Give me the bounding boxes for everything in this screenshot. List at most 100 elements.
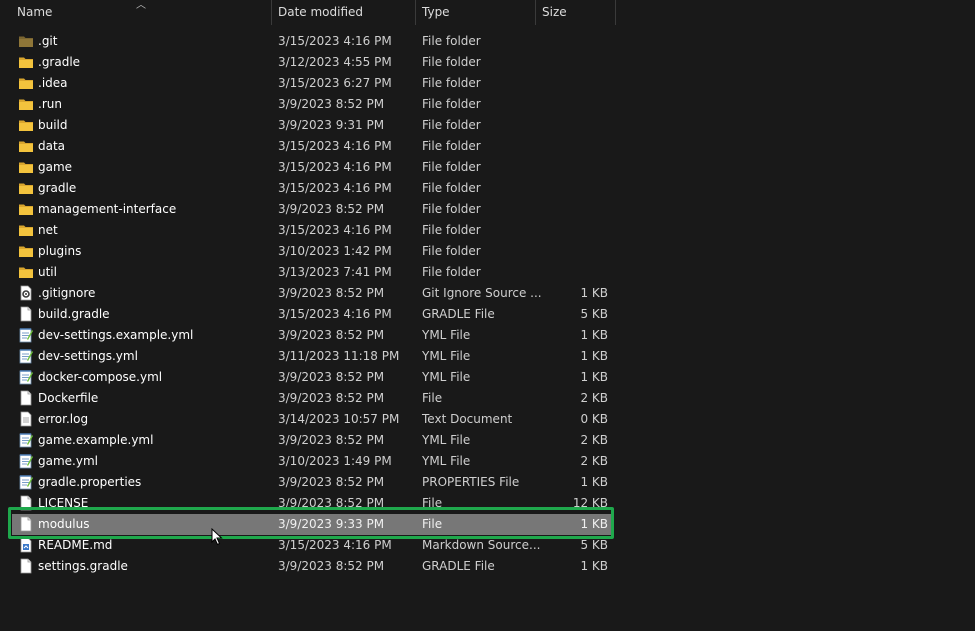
- file-type: File folder: [422, 181, 481, 195]
- file-date-modified: 3/15/2023 4:16 PM: [278, 223, 392, 237]
- file-name: game.yml: [38, 454, 98, 468]
- file-type: YML File: [422, 433, 471, 447]
- file-date-modified: 3/15/2023 4:16 PM: [278, 181, 392, 195]
- file-type: File folder: [422, 76, 481, 90]
- file-icon: [18, 306, 34, 322]
- file-row[interactable]: plugins 3/10/2023 1:42 PM File folder: [12, 241, 614, 262]
- notepad-file-icon: [18, 453, 34, 469]
- mouse-cursor-icon: [211, 528, 223, 546]
- folder-icon: [18, 117, 34, 133]
- file-type: PROPERTIES File: [422, 475, 520, 489]
- column-divider[interactable]: [535, 0, 536, 25]
- file-name: LICENSE: [38, 496, 89, 510]
- file-row[interactable]: dev-settings.yml 3/11/2023 11:18 PM YML Fi…: [12, 346, 614, 367]
- file-date-modified: 3/9/2023 8:52 PM: [278, 202, 385, 216]
- file-type: File folder: [422, 34, 481, 48]
- folder-icon: [18, 75, 34, 91]
- file-row[interactable]: .gradle 3/12/2023 4:55 PM File folder: [12, 52, 614, 73]
- file-type: YML File: [422, 349, 471, 363]
- folder-dim-icon: [18, 33, 34, 49]
- file-type: File: [422, 496, 443, 510]
- file-type: File folder: [422, 223, 481, 237]
- file-row[interactable]: .git 3/15/2023 4:16 PM File folder: [12, 31, 614, 52]
- file-name: modulus: [38, 517, 90, 531]
- column-divider[interactable]: [415, 0, 416, 25]
- notepad-file-icon: [18, 432, 34, 448]
- file-row[interactable]: game 3/15/2023 4:16 PM File folder: [12, 157, 614, 178]
- file-type: Markdown Source...: [422, 538, 541, 552]
- file-date-modified: 3/13/2023 7:41 PM: [278, 265, 392, 279]
- file-type: YML File: [422, 370, 471, 384]
- file-row[interactable]: settings.gradle 3/9/2023 8:52 PM GRADLE Fi…: [12, 556, 614, 577]
- file-name: .idea: [38, 76, 68, 90]
- column-header-type[interactable]: Type: [422, 0, 532, 25]
- file-date-modified: 3/9/2023 8:52 PM: [278, 475, 385, 489]
- file-size: 1 KB: [580, 286, 608, 300]
- file-size: 1 KB: [580, 517, 608, 531]
- notepad-file-icon: [18, 369, 34, 385]
- file-name: util: [38, 265, 57, 279]
- file-name: Dockerfile: [38, 391, 99, 405]
- file-type: Text Document: [422, 412, 513, 426]
- file-type: File: [422, 517, 443, 531]
- file-type: File folder: [422, 244, 481, 258]
- file-row[interactable]: game.yml 3/10/2023 1:49 PM YML File 2 KB: [12, 451, 614, 472]
- file-name: management-interface: [38, 202, 177, 216]
- file-size: 2 KB: [580, 433, 608, 447]
- file-name: .git: [38, 34, 58, 48]
- file-date-modified: 3/10/2023 1:42 PM: [278, 244, 392, 258]
- file-name: gradle: [38, 181, 77, 195]
- file-row[interactable]: data 3/15/2023 4:16 PM File folder: [12, 136, 614, 157]
- file-row[interactable]: Dockerfile 3/9/2023 8:52 PM File 2 KB: [12, 388, 614, 409]
- file-name: plugins: [38, 244, 82, 258]
- file-name: dev-settings.example.yml: [38, 328, 194, 342]
- file-date-modified: 3/15/2023 4:16 PM: [278, 139, 392, 153]
- file-date-modified: 3/15/2023 4:16 PM: [278, 34, 392, 48]
- column-header-date[interactable]: Date modified: [278, 0, 412, 25]
- file-date-modified: 3/9/2023 9:31 PM: [278, 118, 385, 132]
- file-row[interactable]: modulus 3/9/2023 9:33 PM File 1 KB: [12, 514, 614, 535]
- file-date-modified: 3/9/2023 8:52 PM: [278, 391, 385, 405]
- file-row[interactable]: build 3/9/2023 9:31 PM File folder: [12, 115, 614, 136]
- column-header-size[interactable]: Size: [542, 0, 612, 25]
- column-divider[interactable]: [271, 0, 272, 25]
- file-row[interactable]: LICENSE 3/9/2023 8:52 PM File 12 KB: [12, 493, 614, 514]
- file-row[interactable]: build.gradle 3/15/2023 4:16 PM GRADLE File…: [12, 304, 614, 325]
- file-date-modified: 3/10/2023 1:49 PM: [278, 454, 392, 468]
- file-name: settings.gradle: [38, 559, 128, 573]
- file-size: 0 KB: [580, 412, 608, 426]
- file-type: File folder: [422, 118, 481, 132]
- column-header-name[interactable]: Name: [17, 0, 267, 25]
- file-row[interactable]: net 3/15/2023 4:16 PM File folder: [12, 220, 614, 241]
- file-size: 2 KB: [580, 391, 608, 405]
- file-row[interactable]: .gitignore 3/9/2023 8:52 PM Git Ignore Sou…: [12, 283, 614, 304]
- file-row[interactable]: README.md 3/15/2023 4:16 PM Markdown Sourc…: [12, 535, 614, 556]
- file-row[interactable]: docker-compose.yml 3/9/2023 8:52 PM YML Fi…: [12, 367, 614, 388]
- column-divider[interactable]: [615, 0, 616, 25]
- file-name: error.log: [38, 412, 89, 426]
- file-row[interactable]: error.log 3/14/2023 10:57 PM Text Document…: [12, 409, 614, 430]
- file-date-modified: 3/9/2023 8:52 PM: [278, 559, 385, 573]
- folder-icon: [18, 96, 34, 112]
- file-size: 1 KB: [580, 475, 608, 489]
- file-row[interactable]: gradle.properties 3/9/2023 8:52 PM PROPERT…: [12, 472, 614, 493]
- notepad-file-icon: [18, 327, 34, 343]
- file-name: build.gradle: [38, 307, 110, 321]
- file-date-modified: 3/9/2023 8:52 PM: [278, 433, 385, 447]
- file-row[interactable]: game.example.yml 3/9/2023 8:52 PM YML File…: [12, 430, 614, 451]
- file-size: 2 KB: [580, 454, 608, 468]
- file-type: File folder: [422, 265, 481, 279]
- file-name: build: [38, 118, 68, 132]
- file-name: .gradle: [38, 55, 81, 69]
- file-size: 1 KB: [580, 559, 608, 573]
- file-row[interactable]: .idea 3/15/2023 6:27 PM File folder: [12, 73, 614, 94]
- file-row[interactable]: gradle 3/15/2023 4:16 PM File folder: [12, 178, 614, 199]
- file-row[interactable]: management-interface 3/9/2023 8:52 PM File…: [12, 199, 614, 220]
- file-size: 1 KB: [580, 370, 608, 384]
- file-icon: [18, 495, 34, 511]
- file-row[interactable]: util 3/13/2023 7:41 PM File folder: [12, 262, 614, 283]
- file-row[interactable]: dev-settings.example.yml 3/9/2023 8:52 PM…: [12, 325, 614, 346]
- file-row[interactable]: .run 3/9/2023 8:52 PM File folder: [12, 94, 614, 115]
- file-type: File folder: [422, 55, 481, 69]
- file-name: game: [38, 160, 73, 174]
